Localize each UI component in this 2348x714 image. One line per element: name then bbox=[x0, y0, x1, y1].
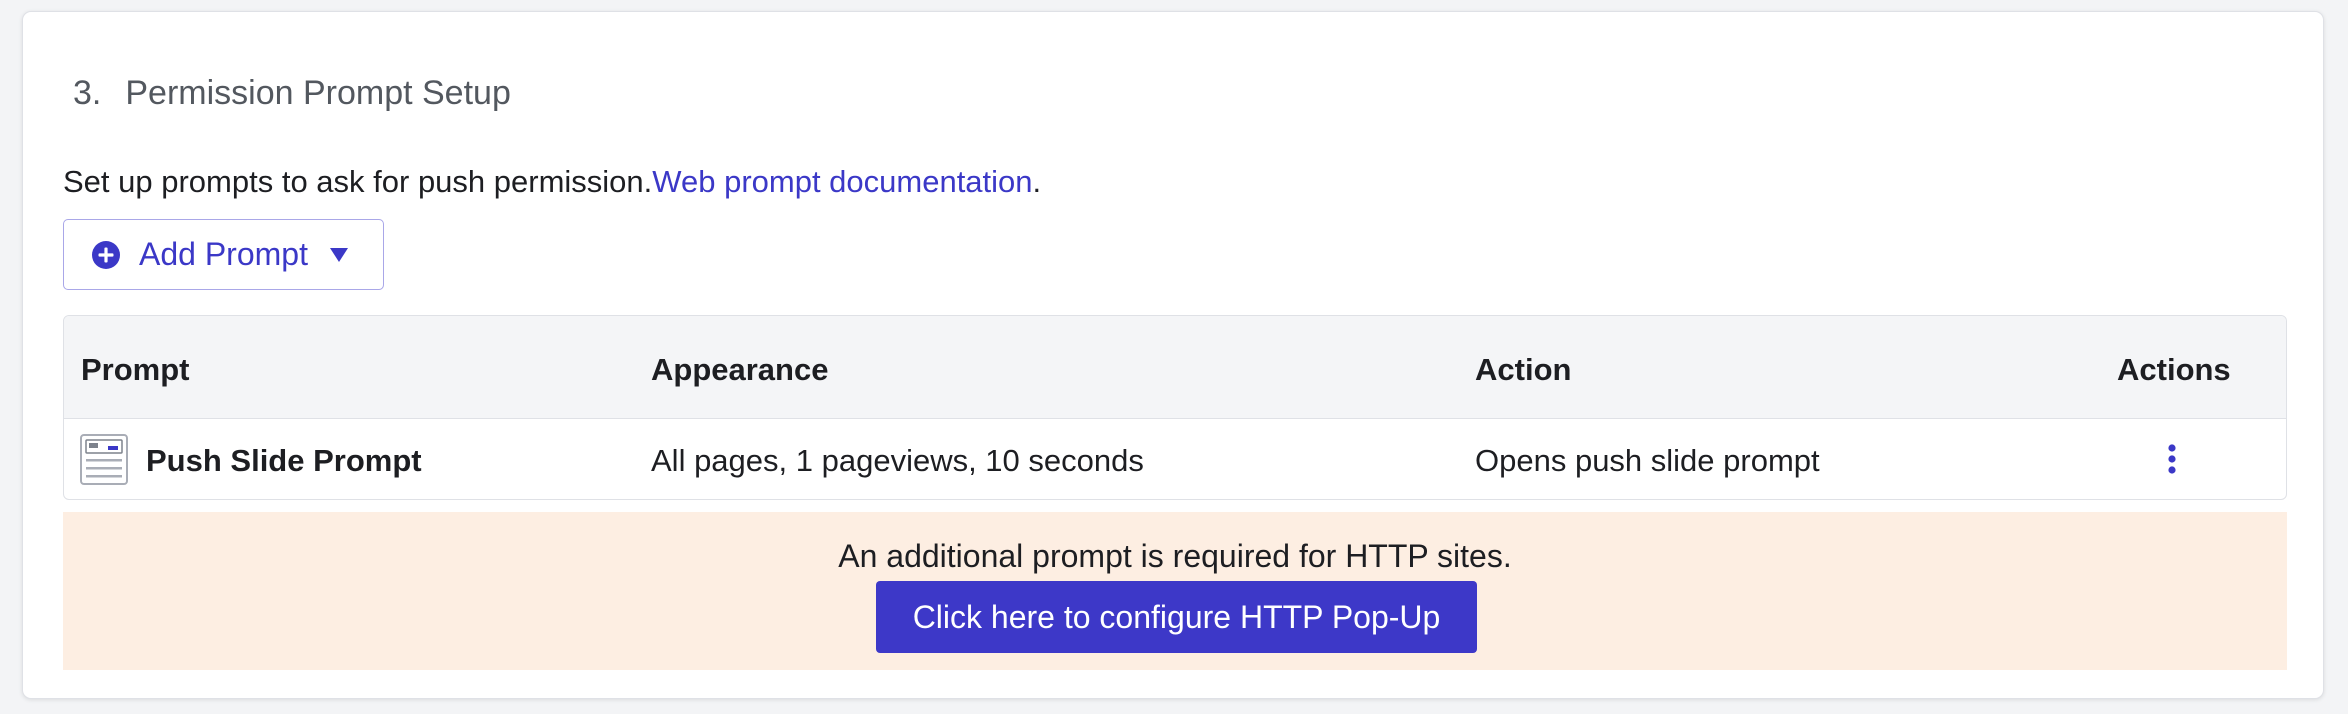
column-header-appearance: Appearance bbox=[651, 352, 829, 387]
slide-prompt-icon bbox=[80, 434, 128, 485]
section-number: 3. bbox=[73, 74, 102, 112]
add-prompt-label: Add Prompt bbox=[139, 236, 308, 272]
http-notice-text: An additional prompt is required for HTT… bbox=[838, 538, 1512, 574]
column-header-prompt: Prompt bbox=[81, 352, 190, 387]
http-notice-banner: An additional prompt is required for HTT… bbox=[63, 512, 2287, 670]
intro-text: Set up prompts to ask for push permissio… bbox=[63, 164, 1041, 200]
section-title: 3. Permission Prompt Setup bbox=[73, 74, 511, 113]
intro-suffix: . bbox=[1032, 164, 1042, 199]
web-prompt-documentation-link[interactable]: Web prompt documentation bbox=[652, 164, 1032, 199]
section-title-text: Permission Prompt Setup bbox=[125, 74, 511, 112]
add-prompt-button[interactable]: Add Prompt bbox=[63, 219, 384, 290]
prompt-name[interactable]: Push Slide Prompt bbox=[146, 443, 422, 479]
permission-prompt-card: 3. Permission Prompt Setup Set up prompt… bbox=[22, 11, 2324, 699]
column-header-actions: Actions bbox=[2117, 352, 2231, 387]
plus-circle-icon bbox=[92, 240, 120, 269]
intro-description: Set up prompts to ask for push permissio… bbox=[63, 164, 653, 199]
prompt-appearance: All pages, 1 pageviews, 10 seconds bbox=[651, 443, 1144, 478]
column-header-action: Action bbox=[1475, 352, 1572, 387]
kebab-menu-icon[interactable] bbox=[2164, 439, 2180, 479]
prompt-action: Opens push slide prompt bbox=[1475, 443, 1820, 478]
configure-http-popup-button[interactable]: Click here to configure HTTP Pop-Up bbox=[876, 581, 1477, 653]
table-row: Push Slide Prompt All pages, 1 pageviews… bbox=[64, 419, 2286, 499]
prompts-table: Prompt Appearance Action Actions Push Sl… bbox=[63, 315, 2287, 500]
caret-down-icon bbox=[329, 247, 348, 262]
table-header: Prompt Appearance Action Actions bbox=[64, 316, 2286, 419]
